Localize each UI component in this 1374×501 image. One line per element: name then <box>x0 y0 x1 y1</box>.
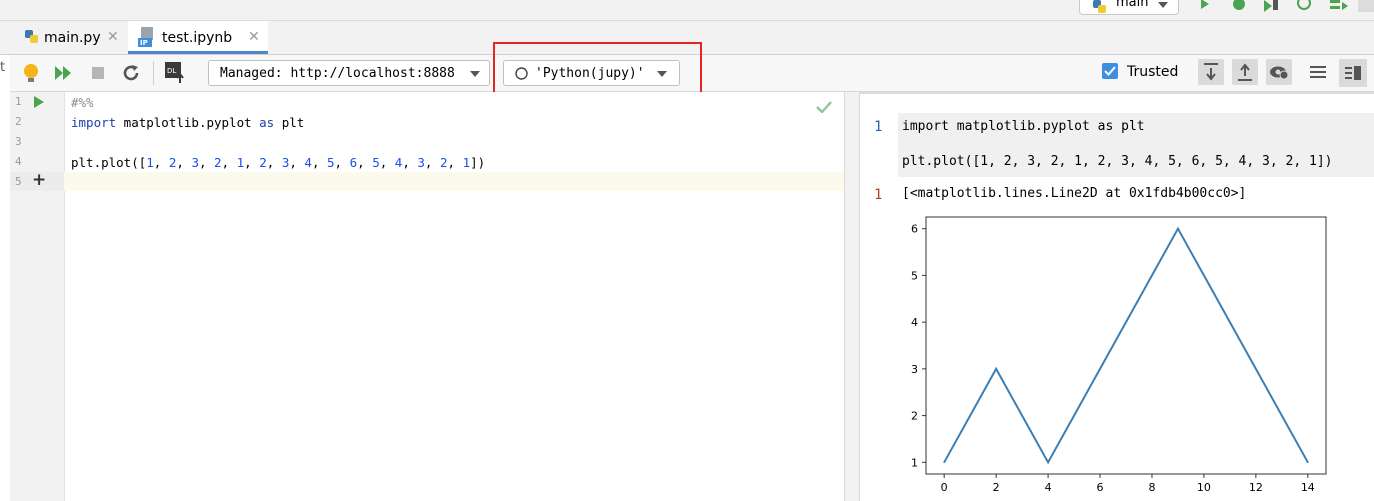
line-number: 1 <box>15 95 22 108</box>
notebook-badge: IP <box>140 39 148 47</box>
stop-icon[interactable] <box>88 63 108 83</box>
arrow-up-icon <box>1238 63 1252 81</box>
data-point <box>1281 414 1283 417</box>
x-tick-label: 6 <box>1097 481 1104 494</box>
x-tick-label: 14 <box>1301 481 1315 494</box>
line-chart: 0 2 4 6 8 10 12 14123456 <box>911 216 1327 494</box>
run-below-button[interactable] <box>1198 59 1224 85</box>
y-tick-label: 2 <box>911 410 918 423</box>
list-view-icon[interactable] <box>1310 65 1326 79</box>
concurrency-icon[interactable] <box>1330 0 1350 12</box>
lightbulb-icon[interactable] <box>21 63 41 83</box>
trusted-label: Trusted <box>1127 64 1179 80</box>
chevron-down-icon <box>470 71 480 77</box>
data-point <box>1073 414 1075 417</box>
y-tick-label: 5 <box>911 269 918 282</box>
tab-test-ipynb[interactable]: IP test.ipynb ✕ <box>128 21 268 54</box>
y-tick-label: 3 <box>911 363 918 376</box>
pane-splitter[interactable] <box>844 92 860 501</box>
input-line-2: plt.plot([1, 2, 3, 2, 1, 2, 3, 4, 5, 6, … <box>902 154 1333 169</box>
input-line-1: import matplotlib.pyplot as plt <box>902 119 1145 134</box>
restart-kernel-icon[interactable] <box>121 63 141 83</box>
close-icon[interactable]: ✕ <box>248 29 260 45</box>
data-point <box>1177 227 1179 230</box>
data-point <box>1229 321 1231 323</box>
add-cell-icon[interactable]: + <box>32 170 46 190</box>
run-all-icon[interactable] <box>53 63 73 83</box>
tab-main-py[interactable]: main.py ✕ <box>20 21 128 54</box>
data-point <box>943 461 945 464</box>
line-number: 4 <box>15 155 22 168</box>
x-tick-label: 4 <box>1045 481 1052 494</box>
data-point <box>1151 274 1153 277</box>
eye-icon <box>1270 66 1289 79</box>
run-cell-icon[interactable] <box>34 96 44 108</box>
line-number: 3 <box>15 135 22 148</box>
chevron-down-icon <box>1158 2 1168 8</box>
data-point <box>1203 274 1205 277</box>
split-view-icon <box>1345 66 1361 80</box>
check-mark-icon <box>816 101 832 113</box>
debug-icon[interactable] <box>1230 0 1248 12</box>
data-point <box>1125 321 1127 323</box>
data-point <box>1047 461 1049 464</box>
plot-frame <box>925 216 1327 475</box>
svg-text:DL: DL <box>167 67 176 75</box>
x-tick-label: 10 <box>1197 481 1211 494</box>
data-point <box>1255 368 1257 370</box>
separator <box>153 61 154 85</box>
tab-label: test.ipynb <box>162 30 233 46</box>
x-tick-label: 8 <box>1148 481 1155 494</box>
data-point <box>1099 368 1101 370</box>
run-icon[interactable] <box>1197 0 1213 12</box>
input-number: 1 <box>874 119 883 135</box>
trusted-checkbox[interactable] <box>1102 63 1118 79</box>
run-with-coverage-icon[interactable] <box>1262 0 1280 12</box>
x-tick-label: 12 <box>1249 481 1263 494</box>
line-number: 5 <box>15 175 22 188</box>
close-icon[interactable]: ✕ <box>107 29 119 45</box>
toolbar-overflow[interactable] <box>1358 0 1374 12</box>
x-tick-label: 0 <box>941 481 948 494</box>
code-line-2: import matplotlib.pyplot as plt <box>71 115 305 130</box>
download-notebook-icon[interactable]: DL <box>165 62 187 84</box>
y-tick-label: 1 <box>911 456 918 469</box>
code-line-1: #%% <box>71 95 94 110</box>
arrow-down-icon <box>1204 63 1218 81</box>
series-line-1 <box>943 226 1309 465</box>
clear-outputs-button[interactable] <box>1266 59 1292 85</box>
profile-icon[interactable] <box>1296 0 1314 12</box>
python-icon <box>1093 0 1106 13</box>
y-tick-label: 4 <box>911 316 918 329</box>
tab-label: main.py <box>44 30 101 46</box>
server-selector[interactable]: Managed: http://localhost:8888 <box>208 60 490 86</box>
y-tick-label: 6 <box>911 223 918 236</box>
data-point <box>1021 414 1023 417</box>
output-text: [<matplotlib.lines.Line2D at 0x1fdb4b00c… <box>902 186 1247 201</box>
python-file-icon <box>25 30 38 43</box>
line-number: 2 <box>15 115 22 128</box>
output-number: 1 <box>874 187 883 203</box>
gutter <box>10 92 65 501</box>
check-icon <box>1104 66 1116 76</box>
x-tick-label: 2 <box>993 481 1000 494</box>
run-config-selector[interactable]: main <box>1079 0 1179 15</box>
run-above-button[interactable] <box>1232 59 1258 85</box>
split-view-toggle[interactable] <box>1339 59 1367 87</box>
run-config-label: main <box>1116 0 1149 10</box>
code-editor[interactable]: 1 2 3 4 5 + #%% import matplotlib.pyplot… <box>10 92 844 501</box>
server-url: Managed: http://localhost:8888 <box>220 66 455 81</box>
data-point <box>995 368 997 370</box>
preview-border <box>860 92 1374 94</box>
code-line-4: plt.plot([1, 2, 3, 2, 1, 2, 3, 4, 5, 6, … <box>71 155 486 170</box>
cut-off-text: t <box>0 60 6 75</box>
data-point <box>1307 461 1309 464</box>
data-point <box>969 414 971 417</box>
current-line-highlight <box>10 172 844 191</box>
